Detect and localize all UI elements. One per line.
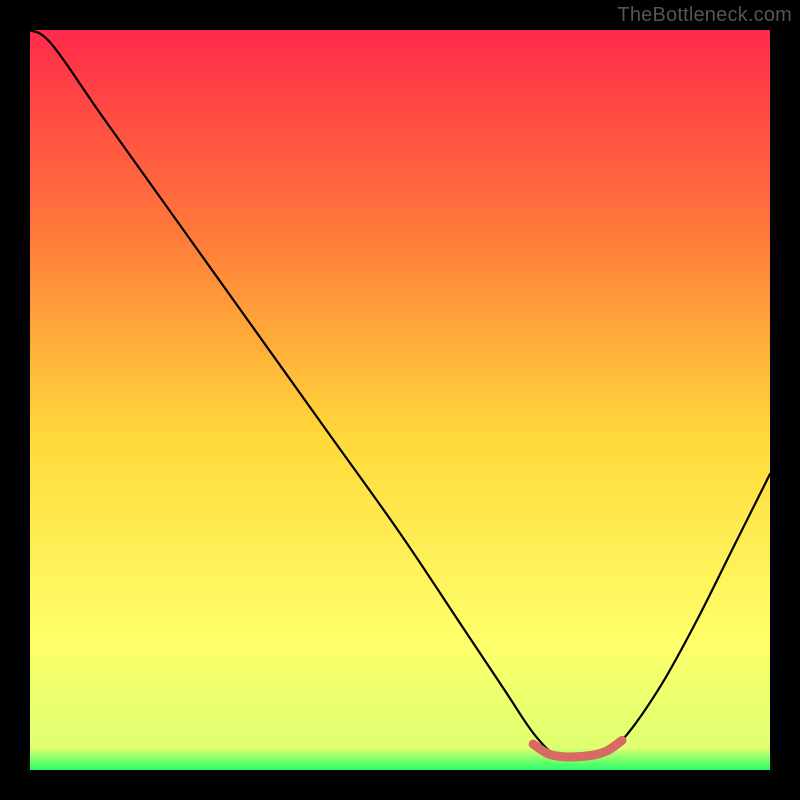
watermark-text: TheBottleneck.com xyxy=(617,4,792,27)
gradient-background xyxy=(30,30,770,770)
chart-svg xyxy=(30,30,770,770)
bottleneck-chart xyxy=(30,30,770,770)
